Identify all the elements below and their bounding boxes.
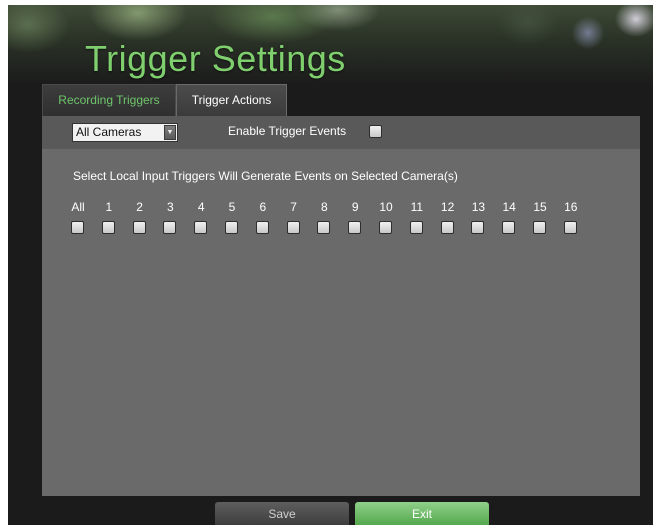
instruction-text: Select Local Input Triggers Will Generat… <box>73 169 458 183</box>
camera-label-15: 15 <box>533 200 547 214</box>
camera-checkbox-2[interactable] <box>132 221 146 234</box>
tab-trigger-actions[interactable]: Trigger Actions <box>176 84 287 116</box>
camera-checkbox-4[interactable] <box>194 221 208 234</box>
camera-checkbox-11[interactable] <box>409 221 423 234</box>
camera-label-7: 7 <box>290 200 297 214</box>
exit-button[interactable]: Exit <box>355 502 489 525</box>
tab-recording-triggers[interactable]: Recording Triggers <box>42 84 176 116</box>
camera-checkbox-16[interactable] <box>563 221 577 234</box>
enable-trigger-checkbox[interactable] <box>369 125 382 138</box>
camera-select-value: All Cameras <box>76 125 142 139</box>
camera-label-8: 8 <box>321 200 328 214</box>
chevron-down-icon[interactable]: ▼ <box>164 125 176 140</box>
camera-checkbox-all[interactable] <box>71 221 84 234</box>
save-button[interactable]: Save <box>215 502 349 525</box>
camera-label-9: 9 <box>351 200 359 214</box>
camera-label-16: 16 <box>564 200 578 214</box>
settings-window: Trigger Settings Recording Triggers Trig… <box>8 5 653 525</box>
camera-label-14: 14 <box>502 200 516 214</box>
camera-checkbox-15[interactable] <box>533 221 546 234</box>
camera-checkbox-9[interactable] <box>348 221 362 234</box>
camera-checkbox-14[interactable] <box>502 221 516 234</box>
options-bar: All Cameras ▼ Enable Trigger Events <box>42 116 640 149</box>
camera-label-3: 3 <box>167 200 174 214</box>
enable-trigger-label: Enable Trigger Events <box>228 124 347 138</box>
camera-label-5: 5 <box>228 200 236 214</box>
camera-checkbox-8[interactable] <box>317 221 331 234</box>
camera-label-11: 11 <box>410 200 424 214</box>
camera-label-all: All <box>71 200 85 214</box>
camera-checkbox-1[interactable] <box>101 221 115 234</box>
camera-label-13: 13 <box>471 200 486 214</box>
page-title: Trigger Settings <box>85 38 346 79</box>
camera-label-6: 6 <box>259 200 267 214</box>
camera-label-2: 2 <box>136 200 143 214</box>
camera-label-12: 12 <box>440 200 455 214</box>
trigger-panel: All Cameras ▼ Enable Trigger Events Sele… <box>42 116 640 496</box>
camera-label-1: 1 <box>105 200 113 214</box>
camera-checkbox-10[interactable] <box>379 221 392 234</box>
camera-label-4: 4 <box>197 200 205 214</box>
camera-checkbox-6[interactable] <box>255 221 269 234</box>
camera-checkbox-13[interactable] <box>471 221 485 234</box>
camera-select[interactable]: All Cameras ▼ <box>72 123 178 142</box>
camera-checkbox-12[interactable] <box>440 221 454 234</box>
camera-checkbox-3[interactable] <box>163 221 177 234</box>
camera-checkbox-7[interactable] <box>286 221 300 234</box>
camera-label-10: 10 <box>379 200 393 214</box>
camera-checkbox-5[interactable] <box>225 221 238 234</box>
